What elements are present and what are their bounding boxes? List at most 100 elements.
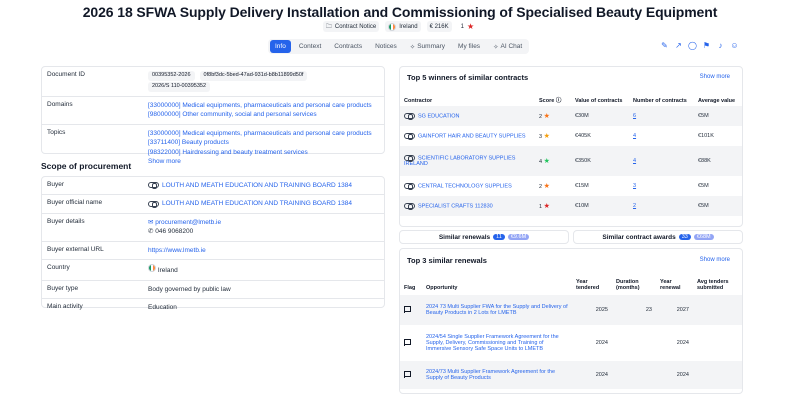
domain-link[interactable]: [33000000] Medical equipments, pharmaceu… (148, 101, 372, 110)
col-score: Score ⓘ (535, 94, 571, 106)
comment-icon[interactable]: ◯ (688, 41, 697, 50)
country-value: Ireland (143, 260, 183, 279)
tab-label: Context (298, 43, 322, 50)
action-icons: ✎ ↗ ◯ ⚑ ♪ ☺ (660, 41, 739, 50)
organization-icon (404, 154, 415, 162)
buyer-url-link[interactable]: https://www.lmetb.ie (143, 242, 211, 259)
domains-values: [33000000] Medical equipments, pharmaceu… (143, 97, 377, 124)
edit-icon[interactable]: ✎ (660, 41, 669, 50)
opportunity-link[interactable]: 2024/54 Single Supplier Framework Agreem… (422, 325, 572, 361)
tab-contracts[interactable]: Contracts (329, 40, 367, 53)
star-icon: ★ (543, 203, 550, 210)
count-link[interactable]: 6 (629, 106, 694, 126)
contractor-cell[interactable]: GAINFORT HAIR AND BEAUTY SUPPLIES (400, 126, 535, 146)
count-link[interactable]: 4 (629, 126, 694, 146)
page-title: 2026 18 SFWA Supply Delivery Installatio… (82, 4, 718, 20)
tab-summary[interactable]: ✧ Summary (405, 40, 450, 54)
table-row: SCIENTIFIC LABORATORY SUPPLIES IRELAND 4… (400, 146, 742, 176)
similar-awards-count: 33 (678, 234, 691, 240)
tab-info[interactable]: Info (270, 40, 291, 53)
tab-ai-chat[interactable]: ✧ AI Chat (488, 40, 527, 54)
col-year-renewal: Year renewal (660, 279, 681, 291)
info-panel: Document ID 00395352-2026 0f8bf3dc-5bed-4… (41, 66, 385, 165)
buyer-url-label: Buyer external URL (47, 245, 104, 253)
similar-renewals-count: 11 (493, 234, 505, 240)
topics-label: Topics (47, 128, 66, 136)
winners-title: Top 5 winners of similar contracts (407, 73, 529, 82)
info-icon[interactable]: ⓘ (556, 98, 562, 104)
table-row: GAINFORT HAIR AND BEAUTY SUPPLIES 3 ★ €4… (400, 126, 742, 146)
value-badge: € 216K (426, 21, 452, 32)
bell-icon[interactable]: ♪ (716, 41, 725, 50)
topic-link[interactable]: [33711400] Beauty products (148, 138, 372, 147)
similar-renewals-button[interactable]: Similar renewals 11 €9.6M (399, 230, 569, 244)
winners-show-more[interactable]: Show more (700, 74, 730, 80)
tab-notices[interactable]: Notices (370, 40, 402, 53)
contractor-cell[interactable]: CENTRAL TECHNOLOGY SUPPLIES (400, 176, 535, 196)
domain-link[interactable]: [98000000] Other community, social and p… (148, 110, 372, 119)
buyer-official-link[interactable]: LOUTH AND MEATH EDUCATION AND TRAINING B… (143, 195, 357, 212)
table-row: SG EDUCATION 2 ★ €30M 6 €5M (400, 106, 742, 126)
contractor-cell[interactable]: SPECIALIST CRAFTS 112830 (400, 196, 535, 216)
buyer-official-row: Buyer official name LOUTH AND MEATH EDUC… (42, 195, 384, 214)
tab-my-files[interactable]: My files (453, 40, 485, 53)
star-icon: ★ (543, 183, 550, 190)
table-row: 2024/73 Multi Supplier Framework Agreeme… (400, 361, 742, 389)
flag-icon (404, 370, 411, 378)
document-id-row: Document ID 00395352-2026 0f8bf3dc-5bed-4… (42, 67, 384, 97)
duration-cell (612, 361, 656, 389)
average-cell: €5M (694, 106, 742, 126)
table-row: 2024 73 Multi Supplier FWA for the Suppl… (400, 295, 742, 325)
value-cell: €350K (571, 146, 629, 176)
contractor-cell[interactable]: SCIENTIFIC LABORATORY SUPPLIES IRELAND (400, 146, 535, 176)
buyer-type-value: Body governed by public law (148, 285, 231, 293)
table-row: SPECIALIST CRAFTS 112830 1 ★ €10M 2 €5M (400, 196, 742, 216)
scope-heading: Scope of procurement (41, 161, 132, 171)
col-flag: Flag (404, 285, 416, 291)
opportunity-link[interactable]: 2024 73 Multi Supplier FWA for the Suppl… (422, 295, 572, 325)
show-more-topics-link[interactable]: Show more (148, 157, 372, 166)
buyer-type-row: Buyer type Body governed by public law (42, 281, 384, 299)
flag-cell[interactable] (400, 361, 422, 389)
organization-icon (404, 202, 415, 210)
add-user-icon[interactable]: ☺ (730, 41, 739, 50)
main-activity-value: Education (148, 303, 177, 311)
renewals-show-more[interactable]: Show more (700, 257, 730, 263)
buyer-details-row: Buyer details ✉ procurement@lmetb.ie ✆ 0… (42, 214, 384, 242)
flag-icon[interactable]: ⚑ (702, 41, 711, 50)
value-label: € 216K (429, 23, 449, 30)
similar-awards-button[interactable]: Similar contract awards 33 €68M (573, 230, 743, 244)
document-id-label: Document ID (47, 71, 85, 78)
col-score-label: Score (539, 98, 555, 104)
year-renewal-cell: 2027 (656, 295, 693, 325)
phone-line: ✆ 046 9068200 (148, 227, 221, 236)
year-renewal-cell: 2024 (656, 361, 693, 389)
value-cell: €405K (575, 133, 591, 139)
email-link[interactable]: ✉ procurement@lmetb.ie (148, 218, 221, 227)
year-tendered-cell: 2024 (572, 361, 612, 389)
share-icon[interactable]: ↗ (674, 41, 683, 50)
topic-link[interactable]: [33000000] Medical equipments, pharmaceu… (148, 129, 372, 138)
contractor-cell[interactable]: SG EDUCATION (400, 106, 535, 126)
score-value: 2 (539, 114, 543, 120)
renewals-table: Flag Opportunity Year tendered Duration … (400, 277, 742, 389)
flag-cell[interactable] (400, 295, 422, 325)
folder-icon: 🗀 (325, 23, 332, 30)
score-cell: 3 ★ (535, 126, 571, 146)
star-icon: ★ (543, 158, 550, 165)
average-cell: €5M (694, 196, 742, 216)
topic-link[interactable]: [98322000] Hairdressing and beauty treat… (148, 148, 372, 157)
duration-cell (612, 325, 656, 361)
buyer-details-values: ✉ procurement@lmetb.ie ✆ 046 9068200 (143, 214, 226, 241)
col-duration: Duration (months) (616, 279, 640, 291)
buyer-link[interactable]: LOUTH AND MEATH EDUCATION AND TRAINING B… (143, 177, 357, 194)
count-link[interactable]: 4 (629, 146, 694, 176)
count-link[interactable]: 2 (629, 196, 694, 216)
tab-context[interactable]: Context (294, 40, 326, 53)
col-avg-tenders: Avg tenders submitted (697, 279, 729, 291)
count-link[interactable]: 3 (629, 176, 694, 196)
similar-renewals-amount: €9.6M (507, 234, 530, 240)
opportunity-link[interactable]: 2024/73 Multi Supplier Framework Agreeme… (422, 361, 572, 389)
rating-badge: 1 ★ (458, 21, 478, 32)
flag-cell[interactable] (400, 325, 422, 361)
